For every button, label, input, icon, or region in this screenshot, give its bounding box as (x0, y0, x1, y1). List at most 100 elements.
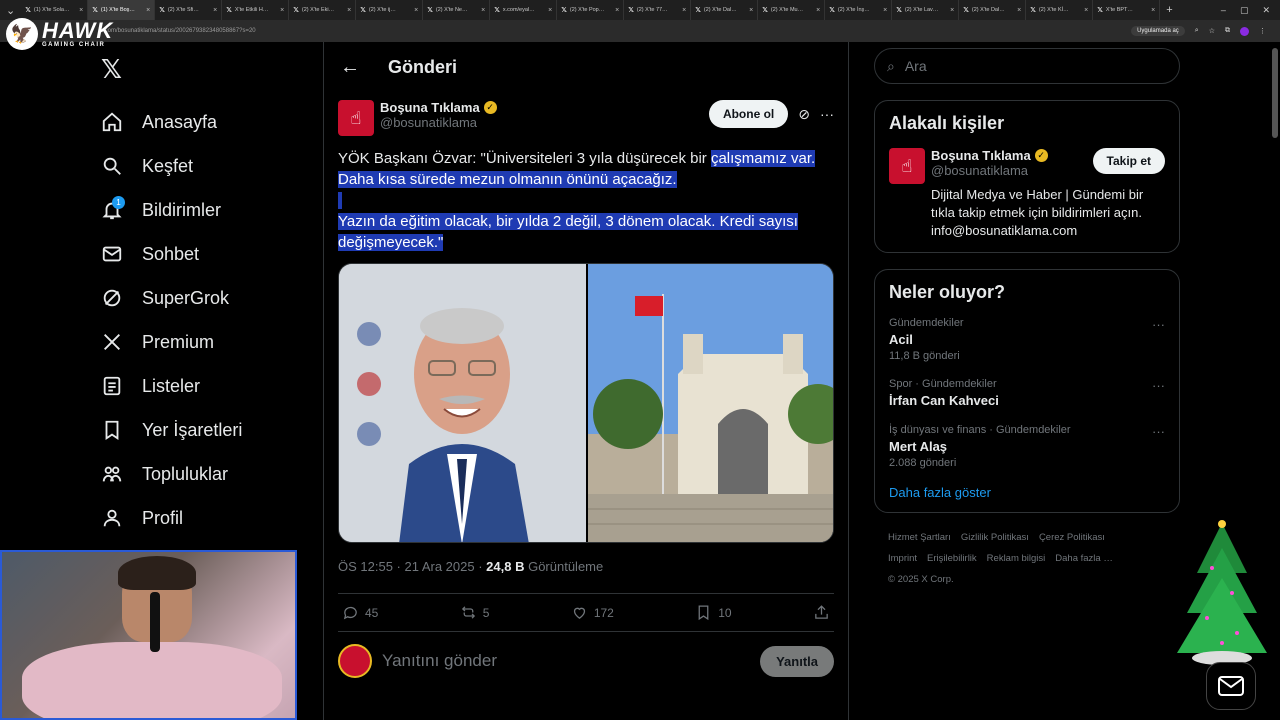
new-tab-button[interactable]: + (1160, 4, 1178, 16)
close-tab-icon[interactable]: × (1151, 7, 1155, 14)
more-options-icon[interactable]: ··· (1152, 424, 1165, 469)
reply-action[interactable]: 45 (342, 604, 378, 621)
bookmark-action[interactable]: 10 (695, 604, 732, 621)
browser-tab[interactable]: 𝕏 (2) X'te Eki… × (289, 0, 357, 20)
close-tab-icon[interactable]: × (213, 7, 217, 14)
nav-item-home[interactable]: Anasayfa (100, 100, 242, 144)
author-name-text[interactable]: Boşuna Tıklama (380, 100, 480, 115)
close-tab-icon[interactable]: × (816, 7, 820, 14)
browser-tab[interactable]: 𝕏 (2) X'te ij… × (356, 0, 424, 20)
back-arrow-icon[interactable]: ← (340, 56, 360, 79)
close-tab-icon[interactable]: × (414, 7, 418, 14)
person-name[interactable]: Boşuna Tıklama ✓ (931, 148, 1048, 163)
close-tab-icon[interactable]: × (682, 7, 686, 14)
university-gate-photo[interactable] (588, 264, 833, 542)
more-options-icon[interactable]: ··· (1152, 317, 1165, 362)
portrait-photo[interactable] (339, 264, 586, 542)
menu-icon[interactable]: ⋮ (1259, 27, 1266, 35)
browser-tab[interactable]: 𝕏 (2) X'te Ne… × (423, 0, 491, 20)
reply-button[interactable]: Yanıtla (760, 645, 834, 677)
zoom-icon[interactable]: ⌕ (1195, 27, 1199, 35)
related-person[interactable]: ☝ Boşuna Tıklama ✓ @bosunatiklama Takip e… (889, 148, 1165, 240)
scrollbar[interactable] (1272, 48, 1278, 138)
close-tab-icon[interactable]: × (548, 7, 552, 14)
close-window-icon[interactable]: ✕ (1262, 5, 1270, 16)
extensions-icon[interactable]: ⧉ (1225, 27, 1230, 35)
browser-tab[interactable]: 𝕏 (2) X'te 77… × (624, 0, 692, 20)
trend-item[interactable]: Gündemdekiler Acil 11,8 B gönderi ··· (889, 317, 1165, 362)
nav-item-search[interactable]: Keşfet (100, 144, 242, 188)
share-action[interactable] (813, 604, 830, 621)
browser-tab[interactable]: 𝕏 (2) X'te Dal… × (691, 0, 759, 20)
profile-avatar[interactable] (1240, 26, 1249, 36)
footer-link[interactable]: Reklam bilgisi (987, 553, 1046, 564)
author-handle[interactable]: @bosunatiklama (380, 115, 497, 130)
close-tab-icon[interactable]: × (950, 7, 954, 14)
x-logo-icon[interactable]: 𝕏 (101, 54, 122, 85)
url-text[interactable]: x.com/bosunatiklama/status/2002679382348… (100, 28, 256, 34)
address-bar[interactable]: x.com/bosunatiklama/status/2002679382348… (0, 20, 1280, 42)
post-media[interactable] (338, 263, 834, 543)
repost-action[interactable]: 5 (460, 604, 489, 621)
browser-tab[interactable]: 𝕏 (2) X'te Mu… × (758, 0, 826, 20)
browser-tab[interactable]: 𝕏 (2) X'te Kİ… × (1026, 0, 1094, 20)
search-input[interactable]: ⌕ Ara (874, 48, 1180, 84)
nav-item-mail[interactable]: Sohbet (100, 232, 242, 276)
more-options-icon[interactable]: ··· (1152, 378, 1165, 408)
nav-item-x[interactable]: Premium (100, 320, 242, 364)
minimize-icon[interactable]: – (1221, 5, 1226, 16)
close-tab-icon[interactable]: × (347, 7, 351, 14)
trend-item[interactable]: İş dünyası ve finans · Gündemdekiler Mert… (889, 424, 1165, 469)
close-tab-icon[interactable]: × (280, 7, 284, 14)
footer-link[interactable]: Imprint (888, 553, 917, 564)
browser-tab[interactable]: 𝕏 (2) X'te Pop… × (557, 0, 625, 20)
close-tab-icon[interactable]: × (1017, 7, 1021, 14)
author-name[interactable]: Boşuna Tıklama ✓ (380, 100, 497, 115)
nav-item-people[interactable]: Topluluklar (100, 452, 242, 496)
tab-list-icon[interactable]: ⌄ (0, 4, 21, 17)
reply-input[interactable]: Yanıtını gönder (382, 651, 497, 671)
footer-link[interactable]: Çerez Politikası (1039, 532, 1105, 543)
footer-link[interactable]: Daha fazla … (1055, 553, 1113, 564)
person-name-text[interactable]: Boşuna Tıklama (931, 148, 1031, 163)
browser-tab[interactable]: 𝕏 (2) X'te İnş… × (825, 0, 893, 20)
footer-link[interactable]: Erişilebilirlik (927, 553, 977, 564)
maximize-icon[interactable]: ▢ (1240, 5, 1249, 16)
open-in-app-button[interactable]: Uygulamada aç (1131, 26, 1185, 36)
close-tab-icon[interactable]: × (146, 7, 150, 14)
nav-item-list[interactable]: Listeler (100, 364, 242, 408)
close-tab-icon[interactable]: × (481, 7, 485, 14)
person-avatar[interactable]: ☝ (889, 148, 925, 184)
close-tab-icon[interactable]: × (883, 7, 887, 14)
footer-link[interactable]: Gizlilik Politikası (961, 532, 1029, 543)
browser-tab[interactable]: 𝕏 (1) X'te Sola… × (21, 0, 89, 20)
browser-tab[interactable]: 𝕏 (2) X'te Dal… × (959, 0, 1027, 20)
footer-link[interactable]: Hizmet Şartları (888, 532, 951, 543)
grok-icon[interactable]: ⊘ (798, 106, 810, 123)
user-avatar[interactable] (338, 644, 372, 678)
browser-tab[interactable]: 𝕏x.com/eyal… × (490, 0, 558, 20)
trend-item[interactable]: Spor · Gündemdekiler İrfan Can Kahveci ··· (889, 378, 1165, 408)
browser-tab[interactable]: 𝕏 (2) X'te Lav… × (892, 0, 960, 20)
star-icon[interactable]: ☆ (1209, 27, 1215, 35)
person-handle[interactable]: @bosunatiklama (931, 163, 1048, 178)
browser-tab[interactable]: 𝕏 (1) X'te Boş… × (88, 0, 156, 20)
nav-item-bookmark[interactable]: Yer İşaretleri (100, 408, 242, 452)
nav-item-bell[interactable]: 1 Bildirimler (100, 188, 242, 232)
close-tab-icon[interactable]: × (615, 7, 619, 14)
subscribe-button[interactable]: Abone ol (708, 100, 789, 128)
close-tab-icon[interactable]: × (749, 7, 753, 14)
close-tab-icon[interactable]: × (1084, 7, 1088, 14)
nav-item-grok[interactable]: SuperGrok (100, 276, 242, 320)
close-tab-icon[interactable]: × (79, 7, 83, 14)
more-options-icon[interactable]: ··· (820, 106, 834, 122)
nav-item-person[interactable]: Profil (100, 496, 242, 540)
post-time[interactable]: ÖS 12:55 · 21 Ara 2025 · (338, 559, 486, 574)
browser-tab[interactable]: 𝕏 (2) X'te Sfi… × (155, 0, 223, 20)
browser-tab[interactable]: 𝕏 X'te Etkili H… × (222, 0, 290, 20)
show-more-link[interactable]: Daha fazla göster (889, 485, 1165, 500)
author-avatar[interactable]: ☝ (338, 100, 374, 136)
browser-tab[interactable]: 𝕏 X'te BPT… × (1093, 0, 1161, 20)
messages-button[interactable] (1206, 662, 1256, 710)
like-action[interactable]: 172 (571, 604, 614, 621)
